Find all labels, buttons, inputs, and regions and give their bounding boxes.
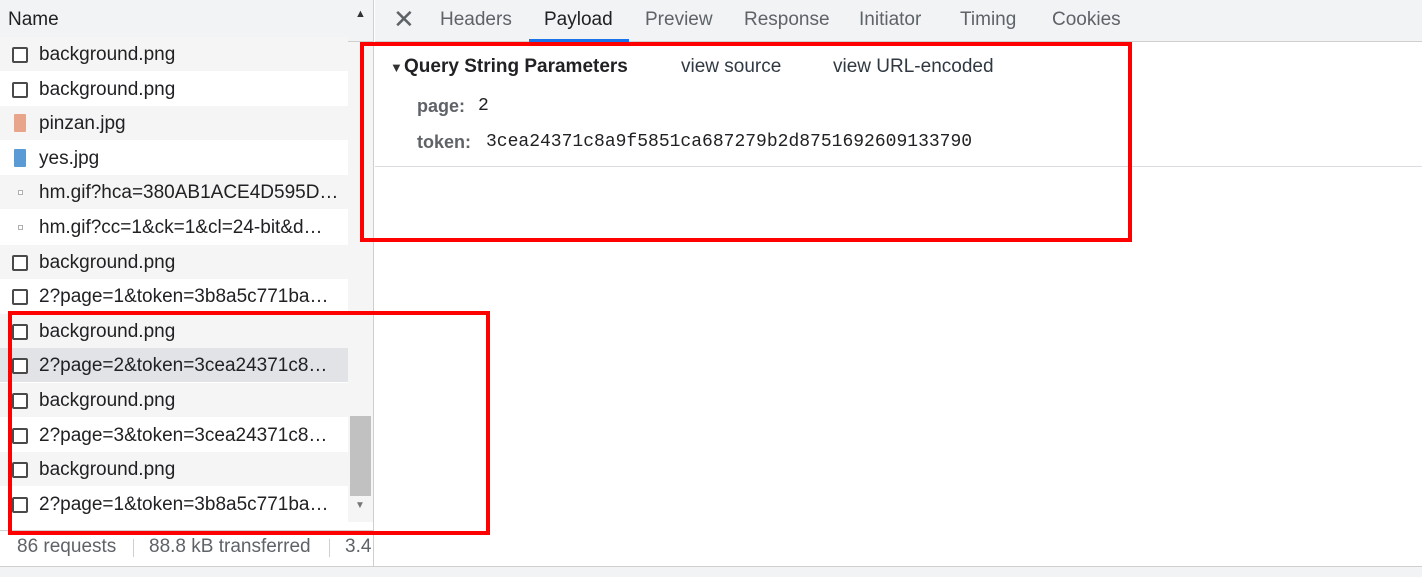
document-icon <box>12 289 28 306</box>
request-row[interactable]: background.png <box>0 72 348 106</box>
request-name: yes.jpg <box>39 147 100 169</box>
document-icon <box>12 81 28 98</box>
close-icon[interactable]: ✕ <box>393 4 415 34</box>
request-row[interactable]: 2?page=1&token=3b8a5c771ba… <box>0 279 348 313</box>
annotation-box-payload <box>360 42 1132 242</box>
name-column-label: Name <box>8 9 59 30</box>
request-row[interactable]: yes.jpg <box>0 141 348 175</box>
gif-icon <box>18 190 23 196</box>
tab-response[interactable]: Response <box>744 9 830 31</box>
gif-icon <box>18 225 23 230</box>
request-name: background.png <box>39 251 176 273</box>
tab-timing[interactable]: Timing <box>960 9 1016 31</box>
request-name: hm.gif?cc=1&ck=1&cl=24-bit&d… <box>39 217 323 238</box>
image-file-icon <box>14 114 26 133</box>
request-row[interactable]: hm.gif?cc=1&ck=1&cl=24-bit&d… <box>0 210 348 244</box>
divider <box>133 539 134 557</box>
document-icon <box>12 254 28 271</box>
request-name: hm.gif?hca=380AB1ACE4D595D… <box>39 182 339 204</box>
annotation-box-requests <box>8 311 490 535</box>
request-name: background.png <box>39 78 176 100</box>
tab-preview[interactable]: Preview <box>645 9 713 31</box>
tab-cookies[interactable]: Cookies <box>1052 9 1121 31</box>
sort-ascending-icon[interactable]: ▲ <box>355 8 366 20</box>
request-row[interactable]: background.png <box>0 244 348 279</box>
tab-initiator[interactable]: Initiator <box>859 9 921 31</box>
transferred-size: 88.8 kB transferred <box>149 536 311 557</box>
tab-headers[interactable]: Headers <box>440 9 512 31</box>
request-count: 86 requests <box>17 536 117 557</box>
request-name: 2?page=1&token=3b8a5c771ba… <box>39 286 329 308</box>
request-row[interactable]: hm.gif?hca=380AB1ACE4D595D… <box>0 175 348 210</box>
tab-payload[interactable]: Payload <box>544 9 613 31</box>
divider <box>329 539 330 557</box>
document-icon <box>12 47 28 63</box>
request-name: background.png <box>39 44 176 65</box>
bottom-strip <box>0 566 1422 577</box>
resources-size: 3.4 <box>345 536 372 557</box>
request-row[interactable]: background.png <box>0 37 348 71</box>
name-column-header[interactable]: Name ▲ <box>0 0 373 42</box>
request-name: pinzan.jpg <box>39 113 126 135</box>
request-row[interactable]: pinzan.jpg <box>0 106 348 141</box>
image-file-icon <box>14 148 26 167</box>
